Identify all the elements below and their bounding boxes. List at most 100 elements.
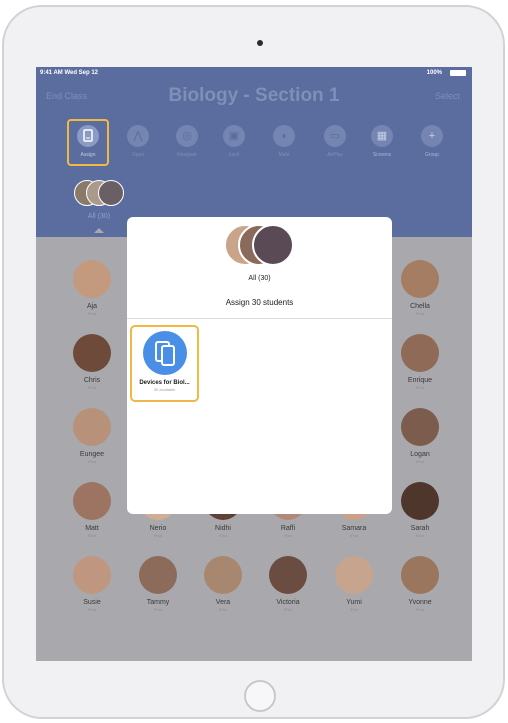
student-tile[interactable]: Victoria iPad bbox=[258, 556, 318, 612]
student-tile[interactable]: Vera iPad bbox=[193, 556, 253, 612]
student-device: iPad bbox=[349, 607, 358, 612]
student-tile[interactable]: Tammy iPad bbox=[128, 556, 188, 612]
student-name: Susie bbox=[83, 599, 101, 606]
group-label: All (30) bbox=[87, 213, 111, 220]
student-avatar bbox=[73, 334, 111, 372]
tool-airplay[interactable]: ▭ AirPlay bbox=[318, 125, 352, 169]
student-name: Samara bbox=[341, 525, 367, 532]
student-name: Raffi bbox=[280, 525, 296, 532]
tool-label: AirPlay bbox=[327, 152, 343, 158]
student-name: Chris bbox=[83, 377, 101, 384]
tool-lock[interactable]: ▣ Lock bbox=[217, 125, 251, 169]
tool-mute[interactable]: ◖ Mute bbox=[267, 125, 301, 169]
student-name: Matt bbox=[85, 525, 99, 532]
student-tile[interactable]: Aja iPad bbox=[62, 260, 122, 316]
group-avatar-stack[interactable] bbox=[74, 180, 130, 206]
student-avatar bbox=[204, 556, 242, 594]
student-device: iPad bbox=[218, 533, 227, 538]
student-device: iPad bbox=[283, 533, 292, 538]
assign-popover: All (30) Assign 30 students Devices for … bbox=[127, 217, 392, 514]
student-avatar bbox=[401, 482, 439, 520]
home-button[interactable] bbox=[244, 680, 276, 712]
select-button[interactable]: Select bbox=[435, 91, 460, 101]
front-camera bbox=[257, 40, 263, 46]
tool-screens[interactable]: ▦ Screens bbox=[365, 125, 399, 169]
lock-icon: ▣ bbox=[223, 125, 245, 147]
group-add-icon: + bbox=[421, 125, 443, 147]
student-name: Victoria bbox=[276, 599, 300, 606]
student-avatar bbox=[139, 556, 177, 594]
student-tile[interactable]: Sarah iPad bbox=[390, 482, 450, 538]
device-group-count: 30 available bbox=[153, 387, 176, 392]
status-time: 9:41 AM Wed Sep 12 bbox=[40, 70, 99, 76]
student-name: Yumi bbox=[346, 599, 362, 606]
device-group-name: Devices for Biol... bbox=[139, 380, 190, 386]
popover-group-label: All (30) bbox=[248, 275, 271, 282]
student-name: Yvonne bbox=[408, 599, 432, 606]
student-tile[interactable]: Yumi iPad bbox=[324, 556, 384, 612]
student-avatar bbox=[401, 260, 439, 298]
devices-icon bbox=[142, 331, 187, 375]
student-device: iPad bbox=[153, 607, 162, 612]
header: 9:41 AM Wed Sep 12 100% End Class Biolog… bbox=[36, 67, 472, 237]
tool-label: Lock bbox=[228, 152, 240, 158]
student-avatar bbox=[401, 556, 439, 594]
assign-highlight bbox=[67, 119, 109, 166]
student-name: Nidhi bbox=[215, 525, 231, 532]
page-title: Biology - Section 1 bbox=[168, 85, 340, 106]
student-device: iPad bbox=[415, 533, 424, 538]
tool-label: Screens bbox=[372, 152, 392, 158]
student-device: iPad bbox=[87, 533, 96, 538]
student-tile[interactable]: Matt iPad bbox=[62, 482, 122, 538]
student-tile[interactable]: Chris iPad bbox=[62, 334, 122, 390]
selected-group-caret bbox=[94, 228, 104, 233]
tool-navigate[interactable]: ◎ Navigate bbox=[170, 125, 204, 169]
student-tile[interactable]: Eungee iPad bbox=[62, 408, 122, 464]
popover-avatar-stack bbox=[224, 224, 300, 266]
student-name: Sarah bbox=[410, 525, 430, 532]
tool-open[interactable]: ⋀ Open bbox=[121, 125, 155, 169]
student-name: Enrique bbox=[407, 377, 433, 384]
student-avatar bbox=[73, 260, 111, 298]
student-name: Logan bbox=[410, 451, 430, 458]
tool-label: Navigate bbox=[177, 152, 197, 158]
student-tile[interactable]: Yvonne iPad bbox=[390, 556, 450, 612]
student-name: Eungee bbox=[79, 451, 105, 458]
status-bar: 9:41 AM Wed Sep 12 100% bbox=[36, 67, 472, 79]
student-avatar bbox=[73, 482, 111, 520]
student-device: iPad bbox=[218, 607, 227, 612]
student-tile[interactable]: Chella iPad bbox=[390, 260, 450, 316]
student-avatar bbox=[401, 334, 439, 372]
tool-label: Open bbox=[131, 152, 145, 158]
battery-icon bbox=[450, 70, 466, 76]
navigate-icon: ◎ bbox=[176, 125, 198, 147]
student-name: Aja bbox=[86, 303, 98, 310]
student-device: iPad bbox=[349, 533, 358, 538]
student-name: Tammy bbox=[146, 599, 170, 606]
student-avatar bbox=[335, 556, 373, 594]
student-device: iPad bbox=[153, 533, 162, 538]
tool-label: Mute bbox=[278, 152, 290, 158]
student-device: iPad bbox=[415, 459, 424, 464]
tool-group[interactable]: + Group bbox=[415, 125, 449, 169]
student-device: iPad bbox=[87, 607, 96, 612]
mute-icon: ◖ bbox=[273, 125, 295, 147]
student-device: iPad bbox=[87, 385, 96, 390]
student-device: iPad bbox=[87, 459, 96, 464]
student-name: Nerio bbox=[149, 525, 167, 532]
battery-percent: 100% bbox=[426, 70, 442, 76]
student-device: iPad bbox=[283, 607, 292, 612]
student-avatar bbox=[73, 556, 111, 594]
device-group-card[interactable]: Devices for Biol... 30 available bbox=[130, 325, 199, 402]
student-device: iPad bbox=[415, 311, 424, 316]
student-tile[interactable]: Susie iPad bbox=[62, 556, 122, 612]
airplay-icon: ▭ bbox=[324, 125, 346, 147]
student-tile[interactable]: Logan iPad bbox=[390, 408, 450, 464]
student-tile[interactable]: Enrique iPad bbox=[390, 334, 450, 390]
divider bbox=[127, 318, 392, 319]
screens-icon: ▦ bbox=[371, 125, 393, 147]
student-device: iPad bbox=[415, 607, 424, 612]
student-name: Vera bbox=[215, 599, 231, 606]
student-name: Chella bbox=[410, 303, 430, 310]
open-icon: ⋀ bbox=[127, 125, 149, 147]
